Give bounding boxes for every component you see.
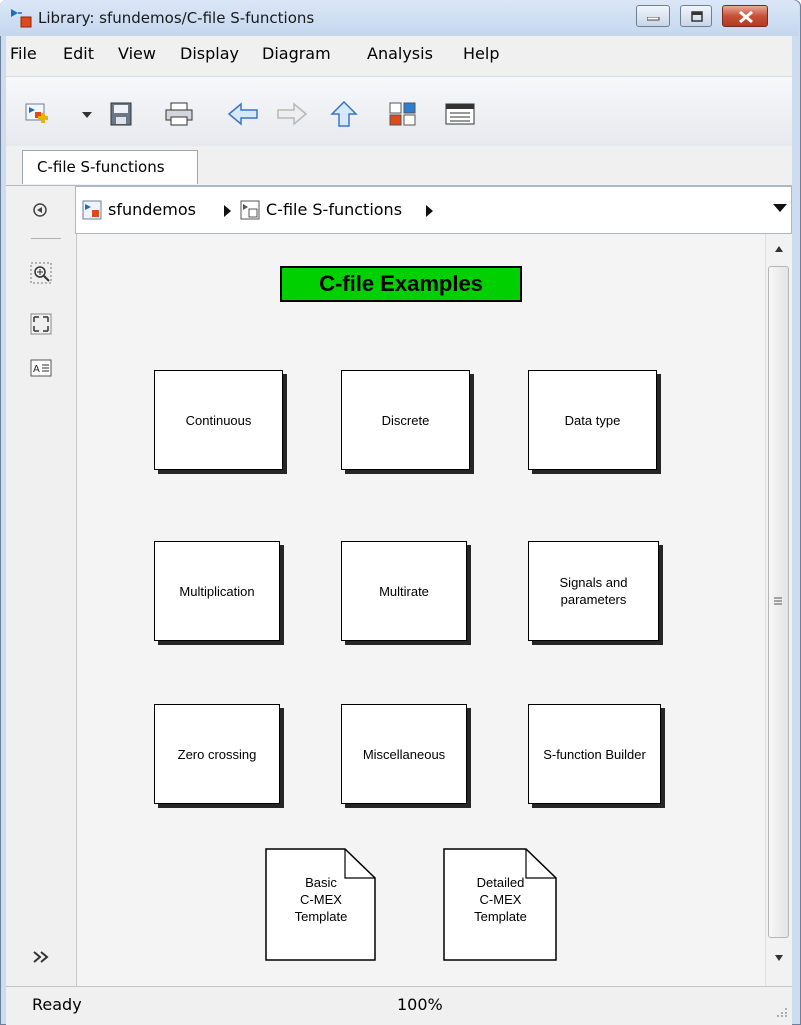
menu-file[interactable]: File	[10, 44, 37, 63]
library-browser-icon[interactable]	[388, 101, 418, 127]
dropdown-arrow-icon[interactable]	[80, 101, 94, 127]
menu-help[interactable]: Help	[463, 44, 499, 63]
library-crumb-icon	[82, 200, 102, 220]
print-icon[interactable]	[164, 101, 194, 127]
minimize-icon	[647, 17, 660, 21]
template-basic-line-2: C-MEX	[300, 892, 342, 907]
menu-display[interactable]: Display	[180, 44, 239, 63]
up-arrow-icon[interactable]	[330, 101, 358, 127]
template-detailed-c-mex[interactable]: Detailed C-MEX Template	[443, 848, 558, 962]
model-explorer-icon[interactable]	[444, 101, 476, 127]
template-detailed-line-1: Detailed	[476, 875, 525, 890]
minimize-button[interactable]	[636, 5, 670, 27]
block-zero-crossing[interactable]: Zero crossing	[154, 704, 280, 804]
template-detailed-line-2: C-MEX	[479, 892, 522, 907]
menu-view[interactable]: View	[118, 44, 156, 63]
crumb-separator-icon	[426, 205, 433, 217]
block-discrete[interactable]: Discrete	[341, 370, 470, 470]
block-signals-and-parameters[interactable]: Signals and parameters	[528, 541, 659, 641]
template-basic-line-1: Basic	[305, 875, 337, 890]
close-icon	[739, 10, 753, 24]
new-model-icon[interactable]	[24, 101, 50, 127]
maximize-icon	[691, 11, 703, 22]
menu-diagram[interactable]: Diagram	[262, 44, 331, 63]
crumb-separator-icon	[224, 205, 231, 217]
template-detailed-line-3: Template	[474, 909, 527, 924]
block-multirate[interactable]: Multirate	[341, 541, 467, 641]
status-zoom: 100%	[397, 995, 443, 1014]
block-data-type[interactable]: Data type	[528, 370, 657, 470]
annotation-icon[interactable]: A	[30, 357, 52, 379]
breadcrumb-c-file-s-functions[interactable]: C-file S-functions	[266, 200, 402, 219]
scroll-down-icon[interactable]	[773, 953, 785, 963]
scroll-grip-icon	[774, 597, 782, 605]
resize-grip-icon[interactable]	[776, 1005, 788, 1017]
template-basic-c-mex[interactable]: Basic C-MEX Template	[265, 848, 377, 962]
back-arrow-icon[interactable]	[227, 101, 259, 127]
save-icon[interactable]	[108, 101, 134, 127]
subsystem-crumb-icon	[240, 200, 260, 220]
zoom-icon[interactable]	[30, 262, 52, 284]
left-palette	[6, 186, 76, 986]
block-multiplication[interactable]: Multiplication	[154, 541, 280, 641]
hide-show-browser-icon[interactable]	[29, 199, 51, 221]
maximize-button[interactable]	[680, 5, 712, 27]
menu-analysis[interactable]: Analysis	[367, 44, 433, 63]
close-button[interactable]	[722, 5, 768, 27]
block-s-function-builder[interactable]: S-function Builder	[528, 704, 661, 804]
block-continuous[interactable]: Continuous	[154, 370, 283, 470]
breadcrumb-sfundemos[interactable]: sfundemos	[108, 200, 196, 219]
window-title: Library: sfundemos/C-file S-functions	[38, 9, 315, 27]
simulink-library-icon	[11, 9, 32, 28]
canvas-title: C-file Examples	[280, 266, 522, 302]
tab-c-file-s-functions[interactable]: C-file S-functions	[22, 150, 198, 184]
status-ready: Ready	[32, 995, 82, 1014]
expand-icon[interactable]	[30, 946, 52, 968]
palette-divider	[31, 238, 61, 239]
block-miscellaneous[interactable]: Miscellaneous	[341, 704, 467, 804]
breadcrumb-dropdown-icon[interactable]	[772, 202, 788, 214]
menu-edit[interactable]: Edit	[63, 44, 94, 63]
template-basic-line-3: Template	[294, 909, 348, 924]
svg-text:A: A	[33, 364, 40, 375]
scroll-up-icon[interactable]	[773, 244, 785, 254]
forward-arrow-icon[interactable]	[276, 101, 308, 127]
fit-to-view-icon[interactable]	[30, 313, 52, 335]
